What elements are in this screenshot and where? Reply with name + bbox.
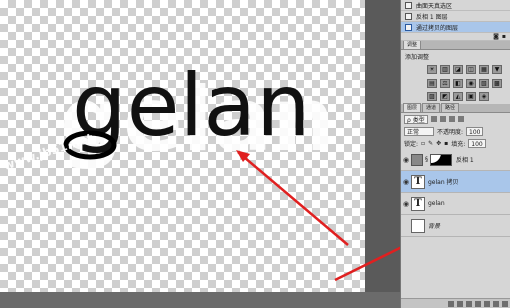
text-layer-thumb: T [411,196,425,211]
link-layers-icon[interactable] [448,300,454,307]
levels-icon[interactable]: ▥ [440,65,450,74]
invert-icon[interactable]: ▨ [427,92,437,101]
layer-row-background[interactable]: 背景 [401,215,510,237]
adjustments-row-1: ☀ ▥ ◪ ◫ ▦ ▼ [401,63,510,78]
opacity-label: 不透明度: [437,128,464,136]
tab-layers[interactable]: 图层 [403,103,422,112]
adjustments-row-2: ▤ ⚖ ◧ ◉ ▧ ▩ [401,78,510,91]
layers-toolbar [401,298,510,308]
tab-paths[interactable]: 路径 [441,103,460,112]
blend-row: 正常 不透明度: 100 [401,125,510,137]
history-item-label: 曲面天真选区 [416,2,453,10]
history-state-icon [405,1,412,9]
shape-filter-icon[interactable] [457,116,464,122]
new-group-icon[interactable] [484,300,490,307]
color-balance-icon[interactable]: ⚖ [440,79,450,88]
layer-name: gelan 拷贝 [428,179,459,186]
black-white-icon[interactable]: ◧ [453,79,463,88]
history-item-selected[interactable]: 通过拷贝的图层 [401,22,510,33]
layer-row-selected[interactable]: ◉ T gelan 拷贝 [401,171,510,193]
visibility-eye-icon[interactable]: ◉ [401,200,411,208]
fill-input[interactable]: 100 [468,138,486,148]
lock-all-icon[interactable]: ▪ [444,140,448,147]
canvas-main-text: gelan [72,56,311,156]
tab-channels[interactable]: 通道 [422,103,441,112]
brightness-icon[interactable]: ☀ [427,65,437,74]
layer-name: gelan [428,200,445,207]
pixel-filter-icon[interactable] [430,116,437,122]
adjustment-filter-icon[interactable] [439,116,446,122]
layer-filter-row: ρ 类型 [401,113,510,125]
layer-name: 背景 [428,223,441,230]
lock-transparent-icon[interactable]: ▫ [421,140,425,147]
link-chain-icon: § [425,156,428,163]
color-lookup-icon[interactable]: ▩ [492,79,502,88]
new-layer-icon[interactable] [493,300,499,307]
lock-brush-icon[interactable]: ✎ [428,140,433,147]
fill-label: 填充: [451,140,466,148]
background-layer-thumb [411,218,425,233]
selective-color-icon[interactable]: ▣ [466,92,476,101]
visibility-eye-icon[interactable]: ◉ [401,156,411,164]
adjustments-tabbar: 调整 [401,40,510,50]
add-mask-icon[interactable] [466,300,472,307]
layer-mask-thumb[interactable] [430,153,452,166]
history-state-icon [405,12,412,20]
fx-icon[interactable] [457,300,463,307]
blend-mode-select[interactable]: 正常 [404,126,434,136]
history-item-label: 通过拷贝的图层 [416,24,459,32]
adjustments-title: 添加调整 [405,54,430,61]
photo-filter-icon[interactable]: ◉ [466,79,476,88]
lock-row: 锁定: ▫ ✎ ✥ ▪ 填充: 100 [401,137,510,149]
gradient-map-icon[interactable]: ◈ [479,92,489,101]
trash-icon[interactable]: ▪ [502,33,506,40]
text-layer-thumb: T [411,174,425,189]
lock-label: 锁定: [404,140,419,148]
layer-row[interactable]: ◉ T gelan [401,193,510,215]
history-item[interactable]: 曲面天真选区 [401,0,510,11]
delete-layer-icon[interactable] [502,300,508,307]
exposure-icon[interactable]: ◫ [466,65,476,74]
layer-filter-select[interactable]: ρ 类型 [404,114,428,124]
new-adjustment-icon[interactable] [475,300,481,307]
history-item-label: 反相 1 图层 [416,13,448,21]
layer-row[interactable]: ◉ § 反相 1 [401,149,510,171]
camera-icon[interactable]: ◙ [493,33,499,40]
threshold-icon[interactable]: ◭ [453,92,463,101]
channel-mixer-icon[interactable]: ▧ [479,79,489,88]
type-filter-icon[interactable] [448,116,455,122]
opacity-input[interactable]: 100 [466,126,484,136]
history-state-icon [405,23,412,31]
visibility-eye-icon[interactable]: ◉ [401,178,411,186]
hue-saturation-icon[interactable]: ▤ [427,79,437,88]
history-item[interactable]: 反相 1 图层 [401,11,510,22]
adjustment-layer-thumb [411,153,423,166]
right-panel: 曲面天真选区 反相 1 图层 通过拷贝的图层 ◙ ▪ 调整 添加调整 ☀ ▥ ◪… [400,0,510,308]
posterize-icon[interactable]: ◩ [440,92,450,101]
status-bar [0,292,400,308]
history-toolbar: ◙ ▪ [401,33,510,41]
history-panel: 曲面天真选区 反相 1 图层 通过拷贝的图层 ◙ ▪ [401,0,510,41]
tab-adjustments[interactable]: 调整 [403,40,422,49]
lock-move-icon[interactable]: ✥ [436,140,441,147]
gradient-icon[interactable]: ▼ [492,65,502,74]
vibrance-icon[interactable]: ▦ [479,65,489,74]
layers-tabbar: 图层 通道 路径 [401,103,510,113]
layer-name: 反相 1 [456,157,474,164]
curves-icon[interactable]: ◪ [453,65,463,74]
